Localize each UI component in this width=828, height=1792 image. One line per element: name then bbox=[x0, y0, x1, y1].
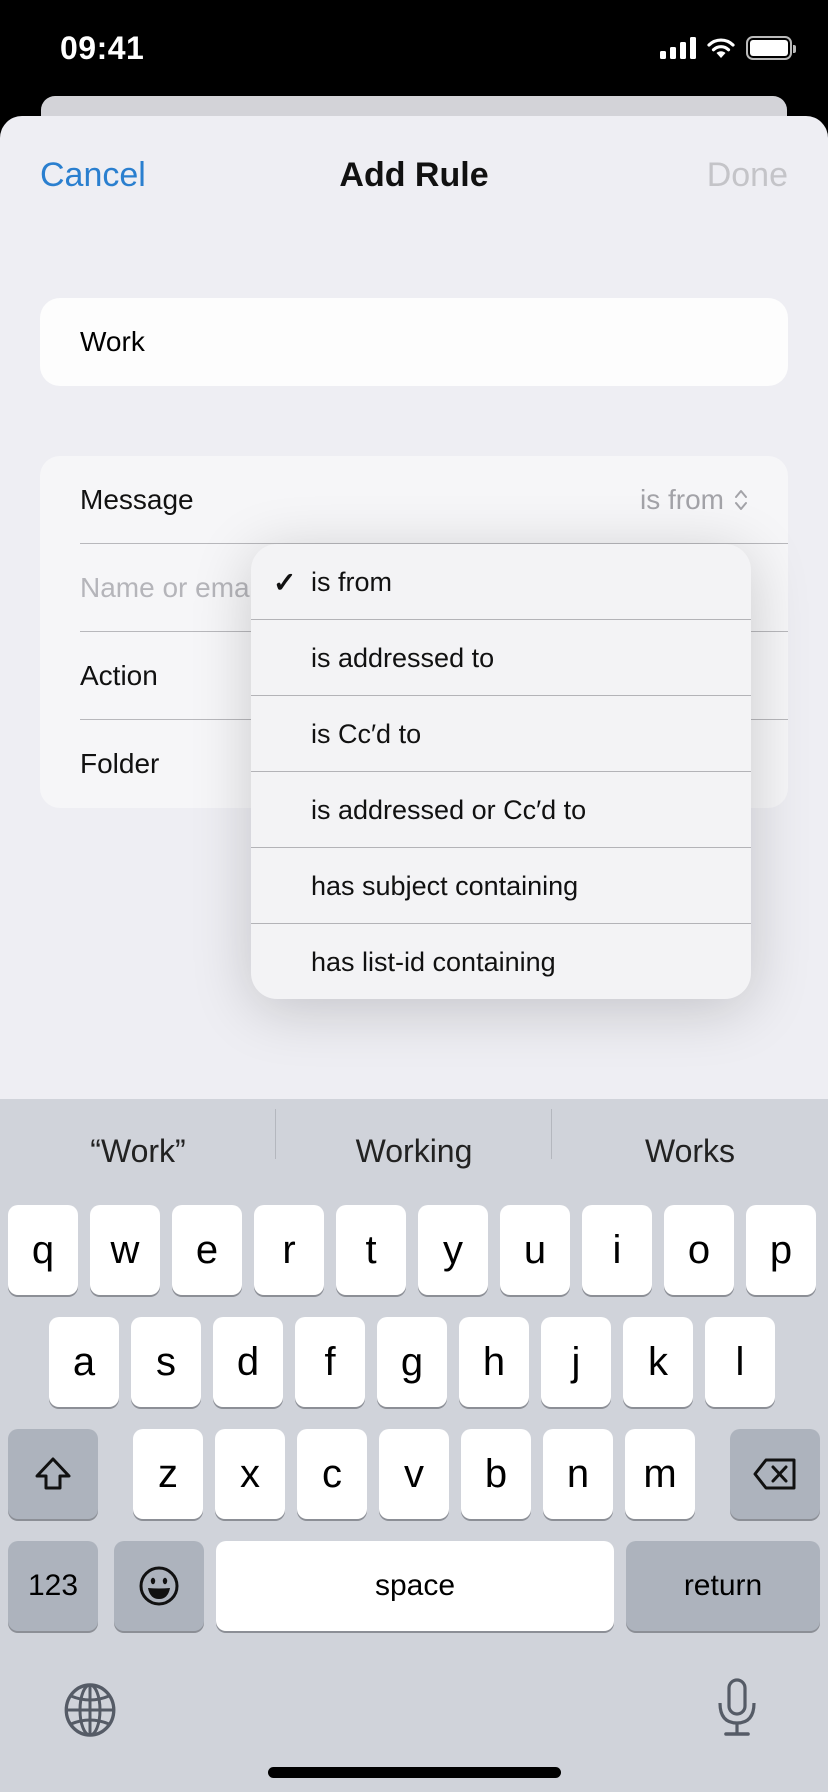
predictive-bar: “Work” Working Works bbox=[0, 1099, 828, 1203]
menu-item-label: has subject containing bbox=[311, 870, 579, 901]
key-f[interactable]: f bbox=[295, 1317, 365, 1407]
return-key[interactable]: return bbox=[626, 1541, 820, 1631]
done-button[interactable]: Done bbox=[707, 156, 788, 195]
key-j[interactable]: j bbox=[541, 1317, 611, 1407]
key-row-4: 123 space return bbox=[0, 1541, 828, 1631]
sender-input-placeholder[interactable]: Name or ema bbox=[80, 572, 250, 604]
menu-item-label: has list-id containing bbox=[311, 946, 556, 977]
menu-item-label: is addressed to bbox=[311, 642, 495, 673]
key-y[interactable]: y bbox=[418, 1205, 488, 1295]
menu-item-has-subject-containing[interactable]: has subject containing bbox=[251, 848, 751, 924]
key-d[interactable]: d bbox=[213, 1317, 283, 1407]
suggestion-2[interactable]: Working bbox=[276, 1108, 552, 1170]
wifi-icon bbox=[707, 38, 735, 58]
menu-item-has-list-id-containing[interactable]: has list-id containing bbox=[251, 924, 751, 999]
delete-icon bbox=[753, 1458, 796, 1490]
menu-item-is-addressed-or-ccd-to[interactable]: is addressed or Cc′d to bbox=[251, 772, 751, 848]
key-i[interactable]: i bbox=[582, 1205, 652, 1295]
status-bar: 09:41 bbox=[0, 0, 828, 100]
status-icons bbox=[660, 36, 796, 60]
menu-item-label: is addressed or Cc′d to bbox=[311, 794, 587, 825]
message-row[interactable]: Message is from bbox=[80, 456, 788, 544]
menu-item-label: is Cc′d to bbox=[311, 718, 422, 749]
space-key[interactable]: space bbox=[216, 1541, 614, 1631]
key-r[interactable]: r bbox=[254, 1205, 324, 1295]
message-label: Message bbox=[80, 484, 194, 515]
menu-item-is-from[interactable]: ✓ is from bbox=[251, 544, 751, 620]
key-q[interactable]: q bbox=[8, 1205, 78, 1295]
key-x[interactable]: x bbox=[215, 1429, 285, 1519]
key-h[interactable]: h bbox=[459, 1317, 529, 1407]
key-g[interactable]: g bbox=[377, 1317, 447, 1407]
globe-icon[interactable] bbox=[62, 1682, 118, 1738]
action-label: Action bbox=[80, 660, 158, 691]
delete-key[interactable] bbox=[730, 1429, 820, 1519]
emoji-icon bbox=[139, 1566, 179, 1606]
key-m[interactable]: m bbox=[625, 1429, 695, 1519]
shift-key[interactable] bbox=[8, 1429, 98, 1519]
key-s[interactable]: s bbox=[131, 1317, 201, 1407]
home-indicator bbox=[268, 1767, 561, 1778]
key-e[interactable]: e bbox=[172, 1205, 242, 1295]
key-p[interactable]: p bbox=[746, 1205, 816, 1295]
battery-icon bbox=[746, 36, 796, 60]
key-l[interactable]: l bbox=[705, 1317, 775, 1407]
menu-item-is-addressed-to[interactable]: is addressed to bbox=[251, 620, 751, 696]
cellular-signal-icon bbox=[660, 37, 696, 59]
key-v[interactable]: v bbox=[379, 1429, 449, 1519]
key-b[interactable]: b bbox=[461, 1429, 531, 1519]
shift-icon bbox=[35, 1457, 71, 1490]
key-row-2: asdfghjkl bbox=[0, 1317, 828, 1407]
chevron-up-down-icon bbox=[735, 490, 747, 510]
message-condition-select[interactable]: is from bbox=[640, 456, 748, 544]
key-n[interactable]: n bbox=[543, 1429, 613, 1519]
key-row-3: zxcvbnm bbox=[0, 1429, 828, 1519]
cancel-button[interactable]: Cancel bbox=[40, 156, 146, 195]
key-w[interactable]: w bbox=[90, 1205, 160, 1295]
key-k[interactable]: k bbox=[623, 1317, 693, 1407]
rule-name-input[interactable] bbox=[80, 298, 740, 386]
condition-menu: ✓ is from is addressed to is Cc′d to is … bbox=[251, 544, 751, 999]
key-u[interactable]: u bbox=[500, 1205, 570, 1295]
checkmark-icon: ✓ bbox=[273, 566, 297, 598]
microphone-icon[interactable] bbox=[714, 1677, 760, 1739]
key-t[interactable]: t bbox=[336, 1205, 406, 1295]
key-o[interactable]: o bbox=[664, 1205, 734, 1295]
key-c[interactable]: c bbox=[297, 1429, 367, 1519]
key-z[interactable]: z bbox=[133, 1429, 203, 1519]
key-row-1: qwertyuiop bbox=[0, 1205, 828, 1295]
menu-item-label: is from bbox=[311, 566, 392, 597]
emoji-key[interactable] bbox=[114, 1541, 204, 1631]
menu-item-is-ccd-to[interactable]: is Cc′d to bbox=[251, 696, 751, 772]
suggestion-3[interactable]: Works bbox=[552, 1133, 828, 1170]
status-time: 09:41 bbox=[60, 30, 145, 66]
rule-name-card bbox=[40, 298, 788, 386]
message-condition-value: is from bbox=[640, 484, 724, 515]
key-a[interactable]: a bbox=[49, 1317, 119, 1407]
numbers-key[interactable]: 123 bbox=[8, 1541, 98, 1631]
keyboard: “Work” Working Works qwertyuiop asdfghjk… bbox=[0, 1099, 828, 1792]
folder-label: Folder bbox=[80, 748, 160, 779]
suggestion-1[interactable]: “Work” bbox=[0, 1108, 276, 1170]
